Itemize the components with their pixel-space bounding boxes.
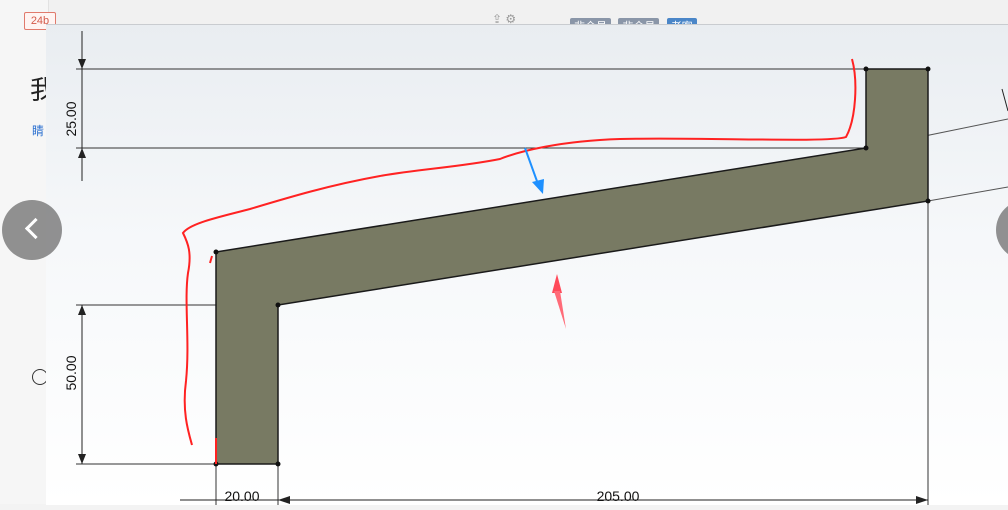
dim-arrow: [78, 148, 86, 158]
dim-arrow: [78, 454, 86, 464]
red-arrow-icon: [552, 274, 562, 293]
cad-sketch: 25.00 50.00 20.00 205.00: [63, 31, 1008, 505]
sketch-vertex[interactable]: [275, 302, 281, 308]
image-viewer: 25.00 50.00 20.00 205.00: [46, 24, 1008, 505]
dim-arrow: [278, 496, 290, 504]
sketch-vertex[interactable]: [925, 198, 931, 204]
dim-arrow: [916, 496, 928, 504]
sketch-vertex[interactable]: [925, 66, 931, 72]
blue-arrow-icon: [532, 179, 544, 194]
construction-line-lower: [927, 186, 1008, 202]
blue-arrow-shaft: [524, 147, 539, 185]
dim-line-right-edge: [1001, 88, 1008, 112]
dim-label-25[interactable]: 25.00: [63, 101, 79, 136]
dim-label-205[interactable]: 205.00: [597, 488, 640, 504]
sketch-region[interactable]: [215, 68, 929, 465]
dim-label-50[interactable]: 50.00: [63, 355, 79, 390]
sketch-vertex[interactable]: [863, 145, 869, 151]
dim-arrow: [78, 305, 86, 315]
sketch-vertex[interactable]: [275, 461, 281, 467]
previous-image-button[interactable]: [2, 200, 62, 260]
dim-arrow: [78, 59, 86, 69]
dim-label-20[interactable]: 20.00: [224, 488, 259, 504]
sketch-vertex[interactable]: [213, 249, 219, 255]
red-arrow-shaft: [554, 291, 566, 329]
red-mark: [209, 255, 213, 264]
background-link[interactable]: 睛: [32, 122, 44, 139]
sketch-vertex[interactable]: [863, 66, 869, 72]
